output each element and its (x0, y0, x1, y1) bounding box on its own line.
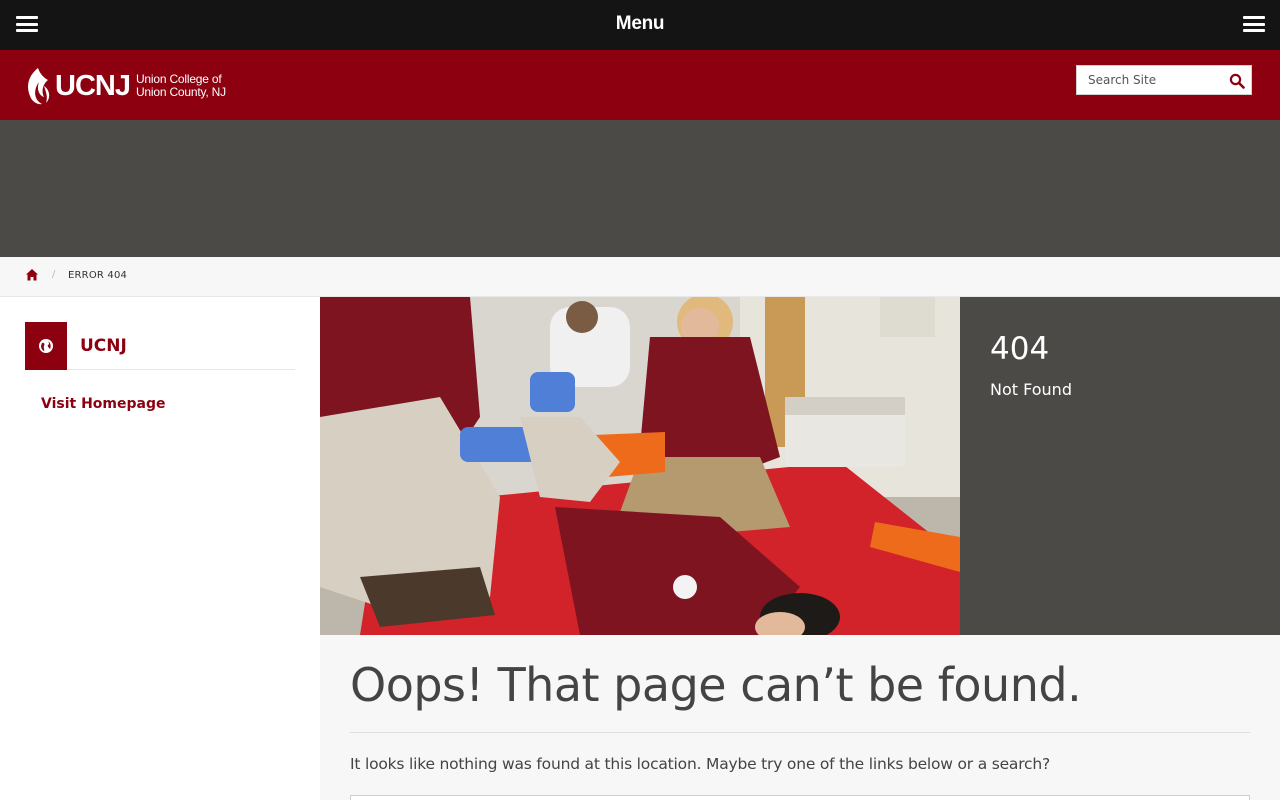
menu-icon-right[interactable] (1243, 16, 1265, 34)
search-input[interactable] (1077, 66, 1225, 94)
brand-name: UCNJ (55, 69, 131, 102)
brand-subtitle: Union College of Union County, NJ (136, 73, 226, 99)
content-box (350, 795, 1250, 800)
visit-homepage-link[interactable]: Visit Homepage (41, 396, 166, 412)
hero-banner (0, 120, 1280, 257)
top-menu-bar: Menu (0, 0, 1280, 50)
page-title: Oops! That page can’t be found. (350, 658, 1082, 712)
globe-icon-box (25, 322, 67, 370)
home-icon[interactable] (25, 268, 39, 282)
brand-header: UCNJ Union College of Union County, NJ (0, 50, 1280, 120)
error-code: 404 (990, 331, 1050, 367)
divider (350, 732, 1250, 733)
sidebar-header: UCNJ (25, 322, 295, 370)
hero-photo (320, 297, 960, 635)
breadcrumb-current: ERROR 404 (68, 270, 128, 281)
search-box (1076, 65, 1252, 95)
error-description: It looks like nothing was found at this … (350, 755, 1051, 773)
globe-icon (39, 339, 53, 353)
sidebar-title: UCNJ (80, 336, 127, 356)
site-logo[interactable]: UCNJ Union College of Union County, NJ (24, 65, 226, 107)
breadcrumb: / ERROR 404 (0, 257, 1280, 297)
search-icon[interactable] (1229, 73, 1245, 89)
brand-subtitle-line2: Union County, NJ (135, 85, 226, 99)
menu-title[interactable]: Menu (0, 13, 1280, 35)
flame-logo-icon (28, 68, 50, 105)
breadcrumb-separator: / (52, 269, 56, 280)
main-content: Oops! That page can’t be found. It looks… (320, 635, 1280, 800)
error-label: Not Found (990, 380, 1072, 399)
error-info-panel: 404 Not Found (960, 297, 1280, 635)
training-photo-image (320, 297, 960, 635)
